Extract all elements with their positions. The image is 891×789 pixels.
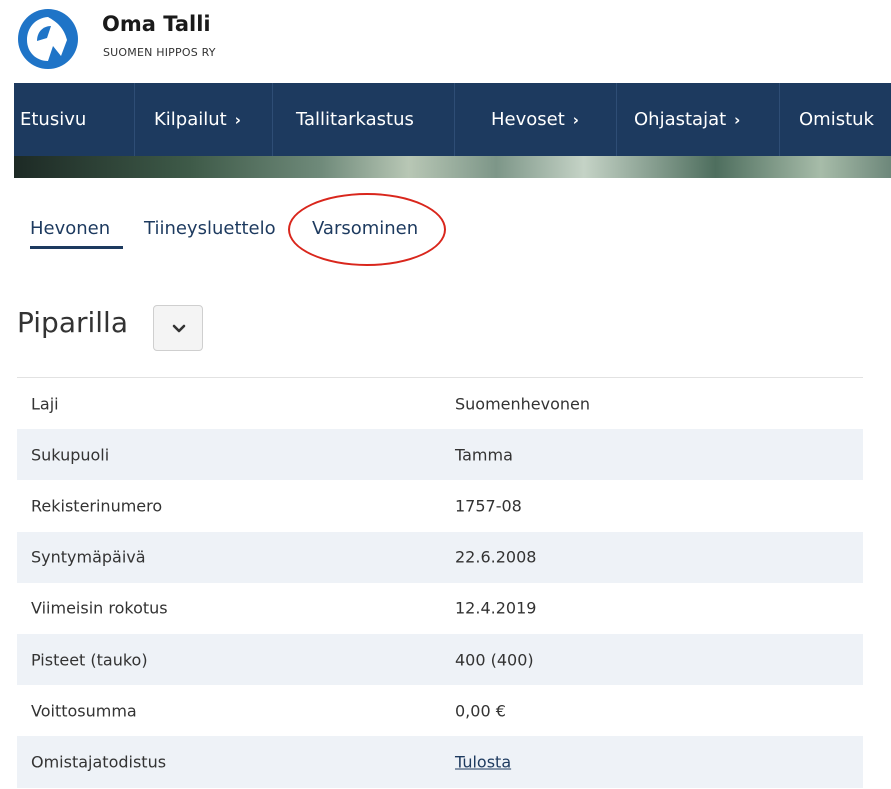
row-label: Laji	[31, 394, 59, 414]
row-value: Tamma	[455, 445, 513, 465]
row-label: Omistajatodistus	[31, 752, 167, 772]
horse-details-table: Laji Suomenhevonen Sukupuoli Tamma Rekis…	[17, 377, 863, 788]
nav-item-ohjastajat[interactable]: Ohjastajat ›	[634, 83, 740, 156]
table-row: Pisteet (tauko) 400 (400)	[17, 633, 863, 686]
app-title: Oma Talli	[102, 12, 211, 36]
horse-select-dropdown[interactable]	[153, 305, 203, 351]
nav-item-tallitarkastus[interactable]: Tallitarkastus	[296, 83, 414, 156]
nav-item-label: Hevoset	[491, 109, 565, 130]
active-tab-indicator	[30, 246, 123, 249]
nav-item-label: Ohjastajat	[634, 109, 727, 130]
nav-item-label: Omistuk	[799, 109, 874, 130]
nav-item-kilpailut[interactable]: Kilpailut ›	[154, 83, 241, 156]
row-label: Sukupuoli	[31, 445, 110, 465]
nav-item-label: Etusivu	[20, 109, 87, 130]
tab-tiineysluettelo[interactable]: Tiineysluettelo	[144, 218, 276, 239]
chevron-right-icon: ›	[734, 111, 741, 129]
row-label: Rekisterinumero	[31, 496, 163, 516]
main-nav: Etusivu Kilpailut › Tallitarkastus Hevose…	[14, 83, 891, 156]
chevron-down-icon	[172, 324, 186, 333]
table-row: Viimeisin rokotus 12.4.2019	[17, 583, 863, 634]
nav-divider	[616, 83, 617, 156]
table-row: Laji Suomenhevonen	[17, 378, 863, 429]
nav-item-omistukset[interactable]: Omistuk	[799, 83, 874, 156]
nav-divider	[272, 83, 273, 156]
row-value: 1757-08	[455, 496, 522, 516]
app-header: Oma Talli SUOMEN HIPPOS RY	[0, 0, 891, 82]
app-subtitle: SUOMEN HIPPOS RY	[103, 46, 216, 59]
nav-item-hevoset[interactable]: Hevoset ›	[491, 83, 579, 156]
nav-divider	[779, 83, 780, 156]
table-row: Voittosumma 0,00 €	[17, 685, 863, 736]
table-row: Syntymäpäivä 22.6.2008	[17, 531, 863, 583]
row-label: Pisteet (tauko)	[31, 650, 148, 670]
tab-hevonen[interactable]: Hevonen	[30, 218, 110, 239]
nav-divider	[134, 83, 135, 156]
hippos-logo-icon[interactable]	[17, 8, 79, 70]
chevron-right-icon: ›	[572, 111, 579, 129]
chevron-right-icon: ›	[234, 111, 241, 129]
nav-item-etusivu[interactable]: Etusivu	[20, 83, 86, 156]
table-row: Rekisterinumero 1757-08	[17, 480, 863, 531]
row-label: Voittosumma	[31, 701, 137, 721]
header-banner-image	[14, 156, 891, 178]
tab-label: Tiineysluettelo	[144, 218, 276, 239]
nav-item-label: Tallitarkastus	[296, 109, 414, 130]
tab-label: Hevonen	[30, 218, 111, 239]
table-row: Omistajatodistus Tulosta	[17, 736, 863, 788]
row-label: Syntymäpäivä	[31, 547, 146, 567]
nav-divider	[454, 83, 455, 156]
row-value: 400 (400)	[455, 650, 534, 670]
row-value: Suomenhevonen	[455, 394, 591, 414]
tab-label: Varsominen	[312, 218, 419, 239]
table-row: Sukupuoli Tamma	[17, 429, 863, 481]
row-label: Viimeisin rokotus	[31, 598, 168, 618]
nav-item-label: Kilpailut	[154, 109, 227, 130]
page-title: Piparilla	[17, 306, 128, 339]
row-value: 12.4.2019	[455, 598, 537, 618]
row-value: 22.6.2008	[455, 547, 537, 567]
row-value: 0,00 €	[455, 701, 506, 721]
tab-varsominen[interactable]: Varsominen	[312, 218, 418, 239]
print-certificate-link[interactable]: Tulosta	[455, 752, 511, 771]
